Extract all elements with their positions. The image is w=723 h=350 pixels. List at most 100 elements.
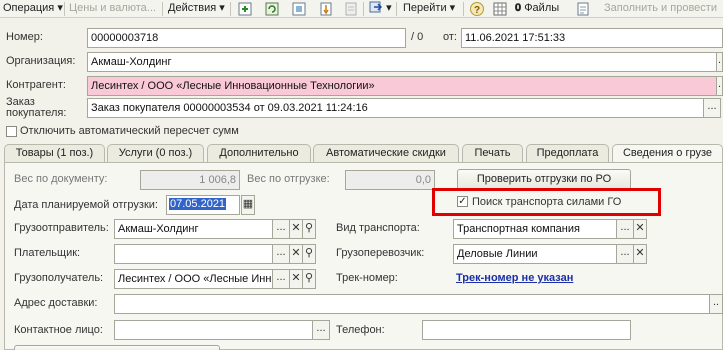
number-suffix: / 0 (411, 31, 424, 43)
transport-type-select-button[interactable]: ... (616, 219, 634, 239)
consignee-field[interactable]: Лесинтех / ООО «Лесные Инн (114, 269, 273, 289)
fill-and-post-button[interactable]: Заполнить и провести (604, 0, 717, 18)
operation-menu[interactable]: Операция ▾ (3, 0, 63, 18)
clear-icon[interactable]: ✕ (289, 219, 303, 239)
contractor-label: Контрагент: (6, 79, 66, 91)
shipper-field[interactable]: Акмаш-Холдинг (114, 219, 273, 239)
date-label: от: (443, 31, 457, 43)
structure-icon[interactable] (291, 1, 307, 17)
track-number-link[interactable]: Трек-номер не указан (456, 272, 573, 284)
bottom-button-partial[interactable] (14, 345, 220, 350)
edit-doc-icon[interactable] (575, 1, 591, 17)
toolbar-divider (463, 2, 464, 16)
tab-cargo-info[interactable]: Сведения о грузе (612, 144, 723, 163)
number-field[interactable]: 00000003718 (87, 28, 406, 48)
toolbar: Операция ▾ Цены и валюта... Действия ▾ ▾… (0, 0, 723, 18)
organization-field[interactable]: Акмаш-Холдинг (87, 52, 717, 72)
planned-date-value: 07.05.2021 (169, 198, 227, 210)
files-label: Файлы (524, 2, 560, 14)
contact-person-select-button[interactable]: ... (312, 320, 330, 340)
chevron-down-icon: ▾ (57, 2, 63, 14)
weight-doc-label: Вес по документу: (14, 173, 108, 185)
delivery-address-select-button[interactable]: .. (709, 294, 723, 314)
operation-label: Операция (3, 2, 55, 14)
tab-services[interactable]: Услуги (0 поз.) (107, 144, 204, 162)
carrier-label: Грузоперевозчик: (336, 247, 425, 259)
track-number-label: Трек-номер: (336, 272, 398, 284)
weight-shipment-label: Вес по отгрузке: (247, 173, 330, 185)
add-icon[interactable] (237, 1, 253, 17)
transport-search-checkbox[interactable]: ✓ (457, 196, 468, 207)
search-icon[interactable]: ⚲ (302, 219, 316, 239)
paperclip-icon: 𝟎 (515, 2, 522, 14)
contact-person-label: Контактное лицо: (14, 324, 103, 336)
tab-goods[interactable]: Товары (1 поз.) (4, 144, 105, 162)
search-icon[interactable]: ⚲ (302, 269, 316, 289)
payer-select-button[interactable]: ... (272, 244, 290, 264)
go-icon-button[interactable]: ▾ (369, 0, 392, 18)
carrier-select-button[interactable]: ... (616, 244, 634, 264)
phone-field[interactable] (422, 320, 631, 340)
prices-button[interactable]: Цены и валюта... (69, 0, 156, 18)
shipper-select-button[interactable]: ... (272, 219, 290, 239)
contact-person-field[interactable] (114, 320, 313, 340)
help-icon[interactable]: ? (469, 1, 485, 17)
weight-shipment-field: 0,0 (345, 170, 435, 190)
document-arrow-icon[interactable] (318, 1, 334, 17)
document-disabled-icon[interactable] (343, 1, 359, 17)
shipper-label: Грузоотправитель: (14, 222, 109, 234)
files-button[interactable]: 𝟎 Файлы (515, 0, 559, 18)
toolbar-divider (230, 2, 231, 16)
payer-label: Плательщик: (14, 247, 81, 259)
go-icon (369, 1, 383, 13)
delivery-address-label: Адрес доставки: (14, 297, 98, 309)
search-icon[interactable]: ⚲ (302, 244, 316, 264)
grid-icon[interactable] (492, 1, 508, 17)
delivery-address-field[interactable] (114, 294, 710, 314)
planned-date-label: Дата планируемой отгрузки: (14, 199, 158, 211)
calendar-icon[interactable]: ▦ (241, 195, 255, 215)
transport-search-label: Поиск транспорта силами ГО (472, 196, 622, 208)
clear-icon[interactable]: ✕ (289, 269, 303, 289)
consignee-label: Грузополучатель: (14, 272, 104, 284)
payer-field[interactable] (114, 244, 273, 264)
contractor-field[interactable]: Лесинтех / ООО «Лесные Инновационные Тех… (87, 76, 717, 96)
chevron-down-icon: ▾ (219, 2, 225, 14)
tab-print[interactable]: Печать (462, 144, 523, 162)
tab-prepayment[interactable]: Предоплата (526, 144, 609, 162)
planned-date-field[interactable]: 07.05.2021 (166, 195, 240, 215)
auto-recalc-checkbox[interactable] (6, 126, 17, 137)
actions-menu[interactable]: Действия ▾ (168, 0, 225, 18)
carrier-field[interactable]: Деловые Линии (453, 244, 617, 264)
toolbar-divider (396, 2, 397, 16)
clear-icon[interactable]: ✕ (633, 219, 647, 239)
chevron-down-icon: ▾ (386, 2, 392, 14)
svg-text:?: ? (474, 5, 480, 16)
organization-select-button[interactable]: . (716, 52, 723, 72)
auto-recalc-label: Отключить автоматический пересчет сумм (20, 125, 239, 137)
contractor-select-button[interactable]: . (716, 76, 723, 96)
refresh-icon[interactable] (264, 1, 280, 17)
organization-label: Организация: (6, 55, 76, 67)
tab-auto-discounts[interactable]: Автоматические скидки (313, 144, 459, 162)
tab-additional[interactable]: Дополнительно (207, 144, 311, 162)
customer-order-field[interactable]: Заказ покупателя 00000003534 от 09.03.20… (87, 98, 704, 118)
customer-order-select-button[interactable]: ... (703, 98, 721, 118)
checkmark-icon: ✓ (458, 196, 467, 207)
toolbar-divider (162, 2, 163, 16)
consignee-select-button[interactable]: ... (272, 269, 290, 289)
order-label-line2: покупателя: (6, 107, 67, 119)
toolbar-divider (64, 2, 65, 16)
clear-icon[interactable]: ✕ (633, 244, 647, 264)
transport-type-field[interactable]: Транспортная компания (453, 219, 617, 239)
order-label: Заказ покупателя: (6, 97, 66, 119)
phone-label: Телефон: (336, 324, 385, 336)
weight-doc-field: 1 006,8 (140, 170, 240, 190)
transport-type-label: Вид транспорта: (336, 222, 420, 234)
toolbar-divider (363, 2, 364, 16)
clear-icon[interactable]: ✕ (289, 244, 303, 264)
date-field[interactable]: 11.06.2021 17:51:33 (461, 28, 723, 48)
number-label: Номер: (6, 31, 43, 43)
actions-label: Действия (168, 2, 217, 14)
goto-menu[interactable]: Перейти ▾ (403, 0, 455, 18)
